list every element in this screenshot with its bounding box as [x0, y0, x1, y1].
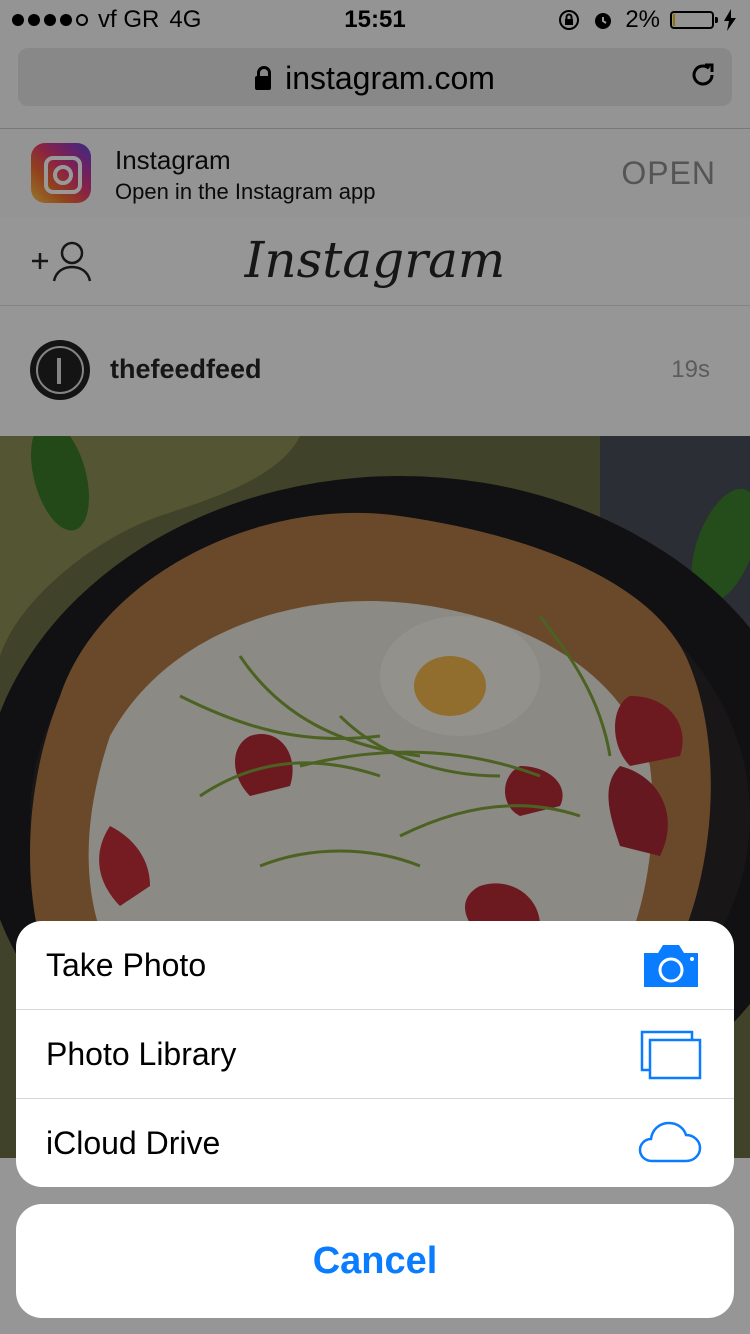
icloud-drive-option[interactable]: iCloud Drive — [16, 1099, 734, 1187]
camera-icon — [644, 945, 698, 987]
take-photo-option[interactable]: Take Photo — [16, 921, 734, 1010]
cancel-label: Cancel — [312, 1240, 438, 1282]
photo-library-icon — [640, 1030, 702, 1080]
icloud-drive-label: iCloud Drive — [46, 1125, 221, 1161]
photo-library-option[interactable]: Photo Library — [16, 1010, 734, 1099]
action-sheet: Take Photo Photo Library iCloud Drive — [16, 921, 734, 1187]
photo-library-label: Photo Library — [46, 1036, 237, 1072]
take-photo-label: Take Photo — [46, 947, 207, 983]
icloud-icon — [638, 1121, 702, 1163]
cancel-button[interactable]: Cancel — [16, 1204, 734, 1318]
